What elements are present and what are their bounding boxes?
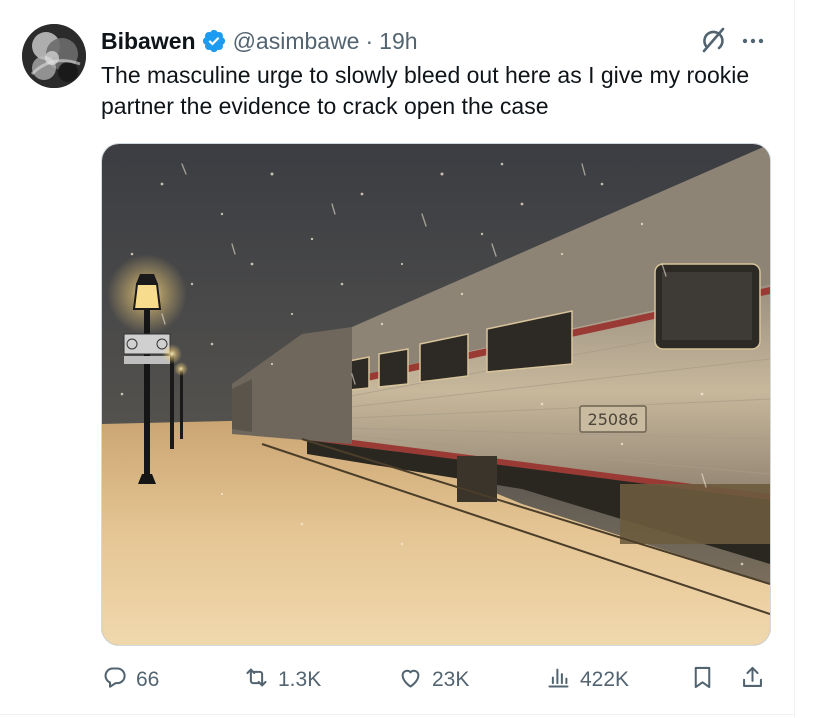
tweet-card[interactable]: Bibawen @asimbawe · 19h The masculine ur… bbox=[0, 0, 794, 718]
share-button[interactable] bbox=[739, 660, 766, 700]
views-count: 422K bbox=[580, 668, 630, 691]
tweet-header: Bibawen @asimbawe · 19h bbox=[101, 24, 418, 58]
snowy-train-photo: 25086 bbox=[102, 144, 770, 645]
author-display-name[interactable]: Bibawen bbox=[101, 28, 196, 55]
bookmark-button[interactable] bbox=[689, 660, 716, 700]
retweet-icon bbox=[243, 664, 270, 697]
car-number-label: 25086 bbox=[588, 410, 639, 429]
tweet-text: The masculine urge to slowly bleed out h… bbox=[101, 62, 750, 119]
reply-icon bbox=[101, 664, 128, 697]
verified-badge-icon bbox=[201, 28, 227, 54]
tweet-media-photo[interactable]: 25086 bbox=[101, 143, 771, 646]
car-number-plate: 25086 bbox=[579, 405, 647, 433]
share-icon bbox=[739, 664, 766, 697]
avatar[interactable] bbox=[22, 24, 86, 88]
retweet-count: 1.3K bbox=[278, 668, 322, 691]
like-button[interactable]: 23K bbox=[397, 660, 469, 700]
like-count: 23K bbox=[432, 668, 470, 691]
column-border bbox=[794, 0, 795, 718]
more-icon[interactable] bbox=[738, 26, 768, 56]
bookmark-icon bbox=[689, 664, 716, 697]
views-icon bbox=[545, 664, 572, 697]
reply-count: 66 bbox=[136, 668, 160, 691]
tweet-divider bbox=[0, 714, 795, 715]
views-button[interactable]: 422K bbox=[545, 660, 629, 700]
tweet-timestamp[interactable]: 19h bbox=[379, 28, 417, 55]
tweet-action-bar: 66 1.3K 23K 422K bbox=[101, 660, 769, 700]
grok-icon[interactable] bbox=[697, 24, 729, 56]
reply-button[interactable]: 66 bbox=[101, 660, 159, 700]
retweet-button[interactable]: 1.3K bbox=[243, 660, 321, 700]
separator-dot: · bbox=[365, 27, 374, 54]
like-icon bbox=[397, 664, 424, 697]
author-handle[interactable]: @asimbawe bbox=[233, 28, 360, 55]
